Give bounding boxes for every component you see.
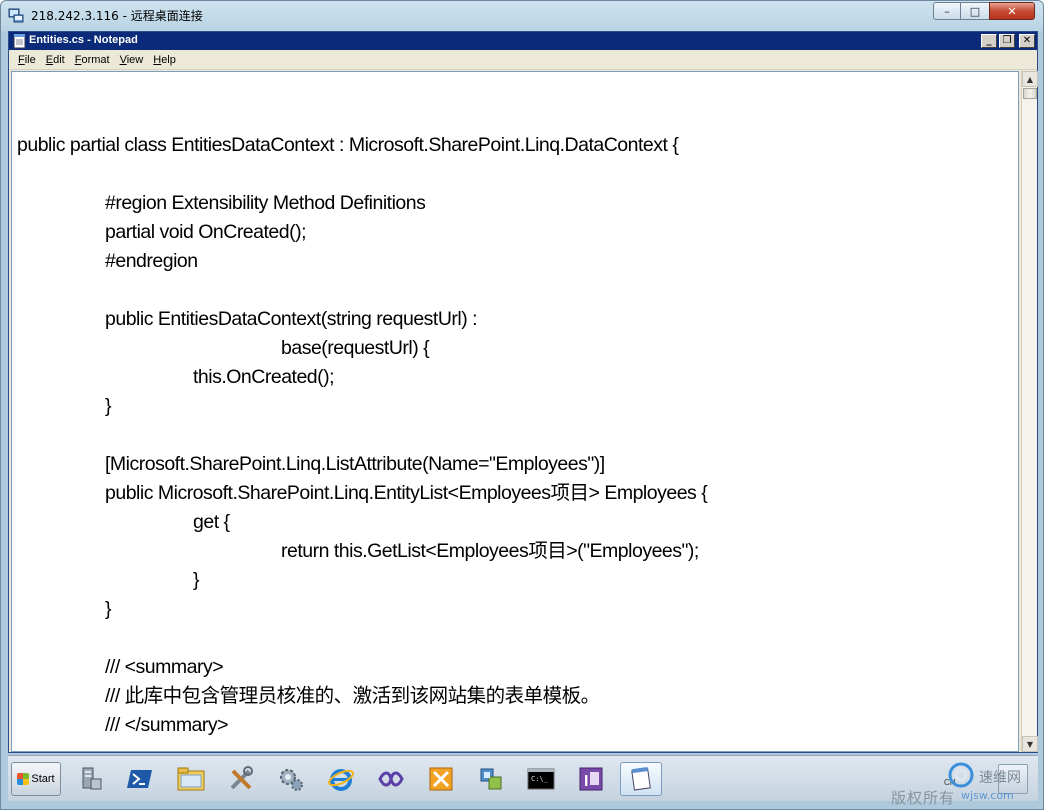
visual-studio-icon[interactable] — [374, 762, 408, 796]
code-line: } — [105, 395, 112, 417]
code-line: /// </summary> — [105, 714, 229, 736]
internet-explorer-icon[interactable] — [324, 762, 358, 796]
watermark-text: 版权所有 — [891, 789, 956, 807]
scroll-thumb[interactable] — [1023, 88, 1037, 99]
windows-logo-icon — [17, 773, 30, 785]
menu-format[interactable]: Format — [70, 54, 115, 66]
scroll-down-button[interactable]: ▼ — [1022, 736, 1038, 752]
watermark-brand: 速维网 — [979, 770, 1021, 786]
code-line: base(requestUrl) { — [281, 337, 430, 359]
notepad-titlebar[interactable]: Entities.cs - Notepad _ ❐ ✕ — [9, 32, 1037, 50]
code-line: /// 此库中包含管理员核准的、激活到该网站集的表单模板。 — [105, 685, 600, 707]
svg-text:I: I — [584, 773, 588, 790]
start-label: Start — [31, 773, 55, 785]
menu-help[interactable]: Help — [148, 54, 181, 66]
infopath-icon[interactable]: I — [574, 762, 608, 796]
code-line: public EntitiesDataContext(string reques… — [105, 308, 478, 330]
remote-desktop-icon — [8, 8, 24, 23]
code-line: [Microsoft.SharePoint.Linq.ListAttribute… — [105, 453, 605, 475]
maximize-button[interactable]: □ — [960, 2, 990, 20]
watermark-url: wjsw.com — [961, 789, 1014, 802]
network-icon[interactable] — [474, 762, 508, 796]
remote-desktop-title: 218.242.3.116 - 远程桌面连接 — [31, 9, 203, 23]
notepad-icon — [631, 766, 651, 791]
notepad-close-button[interactable]: ✕ — [1019, 34, 1035, 48]
remote-desktop-window: 218.242.3.116 - 远程桌面连接 – □ ✕ Entities.cs… — [0, 0, 1044, 810]
start-button[interactable]: Start — [11, 762, 61, 796]
menu-file[interactable]: File — [13, 54, 41, 66]
taskbar: Start C:\_ I CH — [8, 755, 1038, 801]
code-line: #region Extensibility Method Definitions — [105, 192, 426, 214]
code-line: #endregion — [105, 250, 198, 272]
code-line: get { — [193, 511, 230, 533]
notepad-title: Entities.cs - Notepad — [29, 34, 138, 46]
explorer-folder-icon[interactable] — [174, 762, 208, 796]
menu-bar: File Edit Format View Help — [9, 50, 1037, 70]
minimize-button[interactable]: – — [933, 2, 961, 20]
command-prompt-icon[interactable]: C:\_ — [524, 762, 558, 796]
remote-desktop-titlebar[interactable]: 218.242.3.116 - 远程桌面连接 – □ ✕ — [1, 1, 1043, 29]
notepad-minimize-button[interactable]: _ — [981, 34, 997, 48]
code-line: partial void OnCreated(); — [105, 221, 307, 243]
code-line: } — [105, 598, 112, 620]
tools-icon[interactable] — [224, 762, 258, 796]
code-line: return this.GetList<Employees项目>("Employ… — [281, 540, 699, 562]
notepad-taskbar-button[interactable] — [620, 762, 662, 796]
menu-view[interactable]: View — [115, 54, 149, 66]
notepad-icon — [13, 34, 26, 49]
code-line: public Microsoft.SharePoint.Linq.EntityL… — [105, 482, 708, 504]
code-line: this.OnCreated(); — [193, 366, 335, 388]
code-line: /// <summary> — [105, 656, 224, 678]
code-line: } — [193, 569, 200, 591]
notepad-window: Entities.cs - Notepad _ ❐ ✕ File Edit Fo… — [8, 31, 1038, 753]
menu-edit[interactable]: Edit — [41, 54, 70, 66]
vertical-scrollbar[interactable]: ▲ ▼ — [1021, 71, 1038, 752]
notepad-restore-button[interactable]: ❐ — [999, 34, 1015, 48]
text-editor[interactable]: public partial class EntitiesDataContext… — [11, 71, 1019, 752]
settings-gears-icon[interactable] — [274, 762, 308, 796]
sharepoint-designer-icon[interactable] — [424, 762, 458, 796]
server-manager-icon[interactable] — [74, 762, 108, 796]
close-button[interactable]: ✕ — [989, 2, 1035, 20]
svg-text:C:\_: C:\_ — [531, 775, 549, 783]
powershell-icon[interactable] — [123, 762, 157, 796]
code-line: public partial class EntitiesDataContext… — [17, 134, 679, 156]
scroll-up-button[interactable]: ▲ — [1022, 71, 1038, 87]
